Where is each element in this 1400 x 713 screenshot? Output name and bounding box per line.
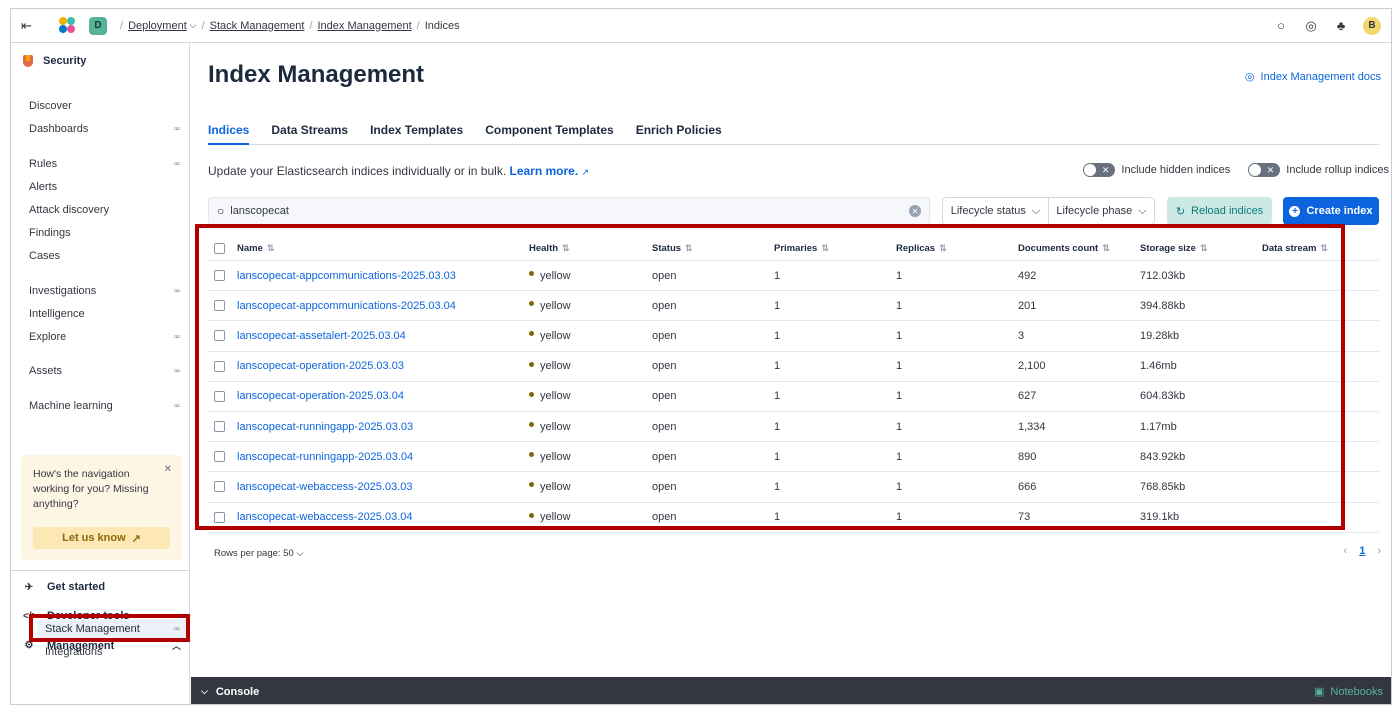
grid-icon[interactable]: ▫▫ xyxy=(174,124,180,135)
sidebar-item-rules[interactable]: Rules ▫▫ xyxy=(29,158,180,170)
reload-indices-button[interactable]: ↻ Reload indices xyxy=(1167,197,1272,225)
chevron-down-icon[interactable]: ⌵ xyxy=(201,686,208,697)
sidebar-item-integrations[interactable]: Integrations xyxy=(45,646,102,658)
search-icon[interactable]: ○ xyxy=(1273,18,1289,34)
sidebar-title[interactable]: Security xyxy=(23,55,86,67)
callout-text: How's the navigation working for you? Mi… xyxy=(33,468,149,510)
sidebar-item-findings[interactable]: Findings xyxy=(29,227,179,239)
feedback-callout: How's the navigation working for you? Mi… xyxy=(21,455,182,560)
user-avatar[interactable]: B xyxy=(1363,16,1381,35)
tab-component-templates[interactable]: Component Templates xyxy=(485,113,613,145)
top-header: ⇤ D / Deployment ⌵ / Stack Management / … xyxy=(11,9,1391,43)
sidebar-item-get-started[interactable]: ✈ Get started xyxy=(23,581,181,593)
grid-icon[interactable]: ▫▫ xyxy=(174,286,180,297)
menu-collapse-icon[interactable]: ⇤ xyxy=(21,18,41,34)
lifecycle-status-filter[interactable]: Lifecycle status ⌵ xyxy=(943,198,1048,224)
external-link-icon: ↗ xyxy=(581,167,590,177)
toggle-hidden-indices[interactable]: ✕ Include hidden indices xyxy=(1083,163,1230,177)
search-icon: ○ xyxy=(217,204,225,218)
grid-icon[interactable]: ▫▫ xyxy=(174,159,180,170)
breadcrumb: / Deployment ⌵ / Stack Management / Inde… xyxy=(120,19,460,32)
chevron-down-icon: ⌵ xyxy=(296,548,304,559)
console-label[interactable]: Console xyxy=(216,686,259,698)
chevron-down-icon: ⌵ xyxy=(1138,204,1147,217)
docs-link[interactable]: ◎ Index Management docs xyxy=(1244,70,1381,84)
sidebar-item-explore[interactable]: Explore ▫▫ xyxy=(29,331,180,343)
sidebar-item-assets[interactable]: Assets ▫▫ xyxy=(29,365,180,377)
sidebar-item-attack-discovery[interactable]: Attack discovery xyxy=(29,204,179,216)
chevron-down-icon[interactable]: ⌵ xyxy=(190,20,197,31)
let-us-know-button[interactable]: Let us know ↗ xyxy=(33,527,170,549)
page-description: Update your Elasticsearch indices indivi… xyxy=(208,164,590,178)
breadcrumb-deployment[interactable]: Deployment xyxy=(128,20,187,32)
pagination: ‹ 1 › xyxy=(1344,545,1381,557)
sidebar-item-intelligence[interactable]: Intelligence xyxy=(29,308,179,320)
breadcrumb-index-management[interactable]: Index Management xyxy=(318,20,412,32)
sidebar-item-machine-learning[interactable]: Machine learning ▫▫ xyxy=(29,400,180,412)
help-icon[interactable]: ◎ xyxy=(1303,18,1319,34)
tab-data-streams[interactable]: Data Streams xyxy=(271,113,348,145)
toggles: ✕ Include hidden indices ✕ Include rollu… xyxy=(1083,163,1389,177)
toggle-switch[interactable]: ✕ xyxy=(1083,163,1116,177)
grid-icon[interactable]: ▫▫ xyxy=(174,332,180,343)
rocket-icon: ✈ xyxy=(24,581,34,593)
breadcrumb-indices: Indices xyxy=(424,19,460,32)
highlight-box-table xyxy=(195,224,1345,530)
clear-icon[interactable]: ✕ xyxy=(909,205,921,217)
elastic-logo-icon[interactable] xyxy=(59,16,77,35)
close-icon[interactable]: ✕ xyxy=(164,464,172,475)
help-icon: ◎ xyxy=(1244,71,1255,83)
next-page-icon[interactable]: › xyxy=(1377,545,1381,557)
sidebar-item-dashboards[interactable]: Dashboards ▫▫ xyxy=(29,123,180,135)
newsfeed-icon[interactable]: ♣ xyxy=(1333,18,1349,34)
sidebar-item-alerts[interactable]: Alerts xyxy=(29,181,179,193)
grid-icon[interactable]: ▫▫ xyxy=(174,366,180,377)
toggle-rollup-indices[interactable]: ✕ Include rollup indices xyxy=(1248,163,1389,177)
tab-indices[interactable]: Indices xyxy=(208,113,250,145)
notebooks-link[interactable]: ▣ Notebooks xyxy=(1314,685,1383,699)
grid-icon[interactable]: ▫▫ xyxy=(174,401,180,412)
sidebar-item-investigations[interactable]: Investigations ▫▫ xyxy=(29,285,180,297)
tab-enrich-policies[interactable]: Enrich Policies xyxy=(636,113,722,145)
rows-per-page[interactable]: Rows per page: 50 ⌵ xyxy=(214,548,304,559)
page-number[interactable]: 1 xyxy=(1359,545,1365,557)
page-title: Index Management xyxy=(208,61,425,88)
external-link-icon: ↗ xyxy=(131,532,141,545)
space-avatar[interactable]: D xyxy=(89,16,107,35)
prev-page-icon[interactable]: ‹ xyxy=(1344,545,1348,557)
console-bar[interactable]: ⌵ Console ▣ Notebooks xyxy=(191,677,1391,704)
security-logo-icon xyxy=(23,55,33,67)
notebook-icon: ▣ xyxy=(1314,686,1325,698)
plus-icon: + xyxy=(1289,205,1301,217)
learn-more-link[interactable]: Learn more. xyxy=(510,164,579,178)
sidebar-item-cases[interactable]: Cases xyxy=(29,250,179,262)
sidebar-item-discover[interactable]: Discover xyxy=(29,100,179,112)
tab-bar: Indices Data Streams Index Templates Com… xyxy=(208,113,1379,145)
refresh-icon: ↻ xyxy=(1175,205,1186,218)
sidebar: Security Discover Dashboards ▫▫ Rules ▫▫ A… xyxy=(11,43,190,704)
chevron-down-icon: ⌵ xyxy=(1031,204,1041,217)
tab-index-templates[interactable]: Index Templates xyxy=(370,113,463,145)
breadcrumb-stack-management[interactable]: Stack Management xyxy=(210,20,305,32)
divider xyxy=(11,570,190,571)
toggle-switch[interactable]: ✕ xyxy=(1248,163,1281,177)
filter-group: Lifecycle status ⌵ Lifecycle phase ⌵ xyxy=(942,197,1155,225)
lifecycle-phase-filter[interactable]: Lifecycle phase ⌵ xyxy=(1048,198,1154,224)
create-index-button[interactable]: + Create index xyxy=(1283,197,1379,225)
search-input[interactable]: ○ lanscopecat ✕ xyxy=(208,197,930,225)
highlight-box-stack-management xyxy=(29,614,190,642)
